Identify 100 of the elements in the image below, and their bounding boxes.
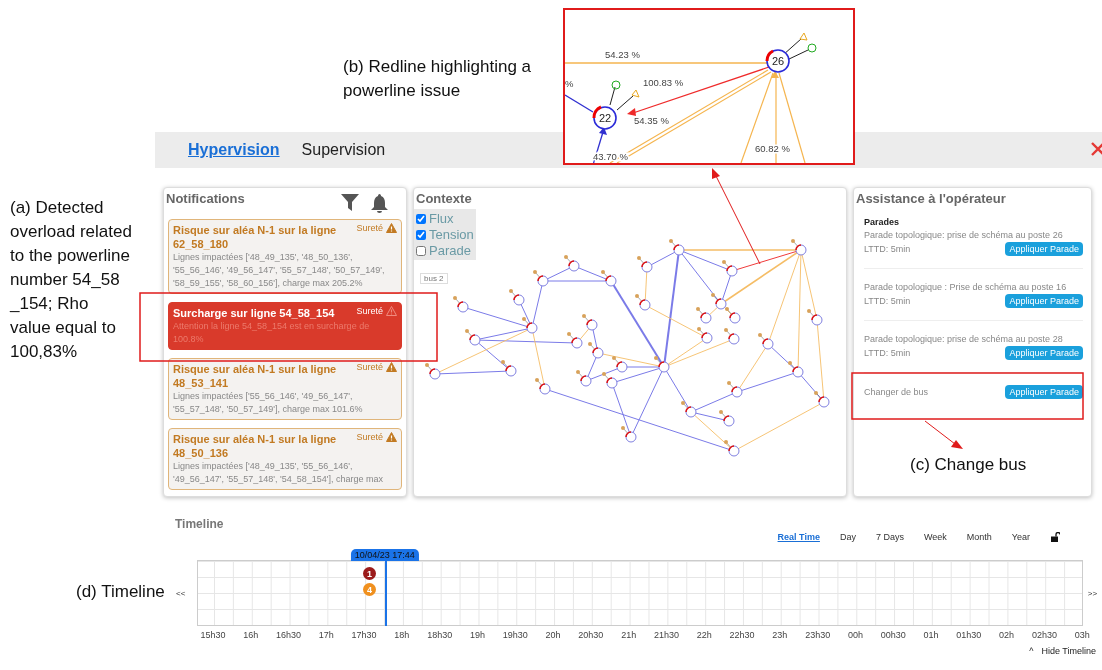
- lock-icon[interactable]: [1050, 532, 1060, 542]
- lttd-text: LTTD: 5min: [864, 242, 911, 256]
- time-tick-label: 16h30: [274, 630, 302, 640]
- apply-button[interactable]: Appliquer Parade: [1005, 346, 1083, 360]
- substation-node: [814, 391, 830, 408]
- flow-label: 54.23 %: [605, 49, 640, 60]
- substation-node: [654, 356, 670, 373]
- panel-title: Notifications: [165, 190, 246, 208]
- substation-node: [602, 372, 618, 389]
- range-tab[interactable]: Year: [1011, 532, 1030, 542]
- substation-node: [788, 361, 804, 378]
- substation-node: [509, 289, 525, 306]
- alert-title: Risque sur aléa N-1 sur la ligne 48_50_136: [173, 432, 337, 460]
- node-number: 26: [771, 55, 785, 67]
- substation-node: [465, 329, 481, 346]
- checkbox[interactable]: [416, 245, 426, 256]
- risk-alert-card[interactable]: Risque sur aléa N-1 sur la ligne 48_50_136 Sureté Lignes impactées ['48_49_135', '55_56_146', '49_56_147', '55_57_148', '54_58_154'], charge max: [168, 428, 402, 490]
- substation-node: [719, 410, 735, 427]
- substation-node: [588, 342, 604, 359]
- substation-node: [697, 327, 713, 344]
- warning-icon: [386, 306, 397, 316]
- next-button[interactable]: >>: [1083, 588, 1102, 598]
- time-tick-label: 01h: [922, 630, 940, 640]
- substation-node: [501, 360, 517, 377]
- substation-node: [724, 440, 740, 457]
- time-tick-label: 15h30: [199, 630, 227, 640]
- node-number: 22: [598, 112, 612, 124]
- range-tab[interactable]: Month: [966, 532, 992, 542]
- panel-title: Contexte: [415, 190, 473, 208]
- checkbox-label: Parade: [429, 243, 471, 258]
- lttd-text: LTTD: 5min: [864, 346, 911, 360]
- time-tick-label: 16h: [242, 630, 260, 640]
- substation-node: [576, 370, 592, 387]
- range-tab[interactable]: Week: [923, 532, 947, 542]
- time-tick-label: 17h: [317, 630, 335, 640]
- alert-title: Risque sur aléa N-1 sur la ligne 48_53_141: [173, 362, 337, 390]
- section-heading: Parades: [864, 217, 901, 227]
- filter-icon[interactable]: [341, 194, 359, 211]
- nav-tab[interactable]: Supervision: [301, 141, 386, 159]
- substation-node: [669, 239, 685, 256]
- warning-icon: [386, 432, 397, 442]
- time-tick-label: 21h: [620, 630, 638, 640]
- range-tab[interactable]: 7 Days: [875, 532, 904, 542]
- substation-node: [535, 378, 551, 395]
- time-tick-label: 18h: [393, 630, 411, 640]
- annotation-text: (b) Redline highlighting a powerline issue: [343, 56, 533, 102]
- apply-button[interactable]: Appliquer Parade: [1005, 242, 1083, 256]
- nav-tab[interactable]: Hypervision: [188, 141, 280, 159]
- range-tab[interactable]: Real Time: [777, 532, 820, 542]
- time-tick-label: 18h30: [426, 630, 454, 640]
- substation-node: [582, 314, 598, 331]
- alert-message: Lignes impactées ['55_56_146', '49_56_147', '55_57_148', '50_57_149'], charge max 101.6%: [173, 390, 364, 416]
- substation-node: [727, 381, 743, 398]
- alert-message: Lignes impactées ['48_49_135', '48_50_136', '55_56_146', '49_56_147', '55_57_148', '50_57_149', '58_59_155', '58_60_156'], charge max 205.2%: [173, 251, 386, 290]
- time-tick-label: 20h: [544, 630, 562, 640]
- risk-alert-card[interactable]: Risque sur aléa N-1 sur la ligne 62_58_180 Sureté Lignes impactées ['48_49_135', '48_50_136', '55_56_146', '49_56_147', '55_57_148', '50_57_149', '58_59_155', '58_60_156'], charge max 205.2%: [168, 219, 402, 294]
- substation-node: [635, 294, 651, 311]
- lttd-text: LTTD: 5min: [864, 294, 911, 308]
- substation-node: [696, 307, 712, 324]
- substation-node: [425, 363, 441, 380]
- bell-icon[interactable]: [371, 194, 388, 213]
- substation-node: [637, 256, 653, 273]
- time-cursor[interactable]: [384, 561, 387, 626]
- alert-title: Risque sur aléa N-1 sur la ligne 62_58_180: [173, 223, 337, 251]
- risk-alert-card[interactable]: Risque sur aléa N-1 sur la ligne 48_53_141 Sureté Lignes impactées ['55_56_146', '49_56_147', '55_57_148', '50_57_149'], charge max 101.6%: [168, 358, 402, 420]
- apply-button[interactable]: Appliquer Parade: [1005, 294, 1083, 308]
- flow-label: 100.83 %: [643, 77, 684, 88]
- section-title: Timeline: [175, 517, 225, 531]
- time-tick-label: 21h30: [652, 630, 680, 640]
- flow-label: 60.82 %: [755, 143, 790, 154]
- substation-node: [453, 296, 469, 313]
- warning-icon: [386, 223, 397, 233]
- checkbox[interactable]: [416, 229, 426, 240]
- substation-node: [601, 270, 617, 287]
- alert-tag: Sureté: [356, 306, 383, 316]
- flow-label: 54.35 %: [634, 115, 669, 126]
- remedy-description: Parade topologique: prise de schéma au poste 28: [864, 333, 1064, 346]
- substation-node: [564, 255, 580, 272]
- substation-node: [711, 293, 727, 310]
- substation-node: [722, 260, 738, 277]
- apply-button[interactable]: Appliquer Parade: [1005, 385, 1083, 399]
- pointer-arrow: [924, 420, 963, 449]
- close-icon[interactable]: [1090, 141, 1102, 157]
- time-tick-label: 23h: [771, 630, 789, 640]
- substation-node: [758, 333, 774, 350]
- substation-node: [522, 317, 538, 334]
- warning-icon: [386, 362, 397, 372]
- annotation-text: (c) Change bus: [910, 454, 1027, 476]
- annotation-text: (a) Detected overload related to the powerline number 54_58 _154; Rho value equal to 100,83%: [10, 197, 132, 363]
- range-tab[interactable]: Day: [839, 532, 856, 542]
- time-tick-label: 17h30: [350, 630, 378, 640]
- graph-legend: bus 2: [420, 273, 448, 284]
- previous-button[interactable]: <<: [176, 588, 192, 598]
- panel-title: Assistance à l'opérateur: [855, 190, 1007, 208]
- checkbox[interactable]: [416, 213, 426, 224]
- time-tick-label: 00h30: [879, 630, 907, 640]
- hide-timeline-button[interactable]: ^ Hide Timeline: [1029, 646, 1096, 656]
- event-marker[interactable]: 1: [362, 567, 376, 580]
- remedy-description: Parade topologique: prise de schéma au poste 26: [864, 229, 1064, 242]
- substation-node: [621, 426, 637, 443]
